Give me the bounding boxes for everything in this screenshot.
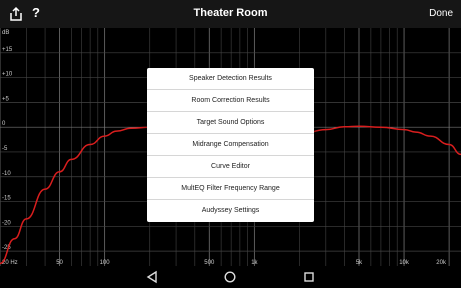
y-tick-label: +5: [2, 96, 10, 102]
y-axis-label: dB: [2, 30, 9, 36]
done-button[interactable]: Done: [429, 8, 453, 19]
y-tick-label: -10: [2, 171, 11, 177]
recents-square-icon[interactable]: [302, 270, 316, 284]
system-nav-bar: [0, 266, 461, 288]
back-triangle-icon[interactable]: [145, 270, 159, 284]
menu-item-target-sound-options[interactable]: Target Sound Options: [147, 112, 314, 134]
menu-item-multeq-filter-frequency-range[interactable]: MultEQ Filter Frequency Range: [147, 178, 314, 200]
menu-item-curve-editor[interactable]: Curve Editor: [147, 156, 314, 178]
y-tick-label: -25: [2, 245, 11, 251]
y-tick-label: +10: [2, 72, 13, 78]
menu-item-audyssey-settings[interactable]: Audyssey Settings: [147, 200, 314, 222]
y-tick-label: +15: [2, 47, 13, 53]
options-menu: Speaker Detection Results Room Correctio…: [147, 68, 314, 222]
y-tick-label: 0: [2, 121, 6, 127]
menu-item-speaker-detection-results[interactable]: Speaker Detection Results: [147, 68, 314, 90]
home-circle-icon[interactable]: [223, 270, 237, 284]
menu-item-room-correction-results[interactable]: Room Correction Results: [147, 90, 314, 112]
y-tick-label: -15: [2, 196, 11, 202]
page-title: Theater Room: [193, 7, 268, 19]
menu-item-midrange-compensation[interactable]: Midrange Compensation: [147, 134, 314, 156]
app-header: ? Theater Room Done: [0, 0, 461, 28]
y-tick-label: -5: [2, 146, 8, 152]
y-tick-label: -20: [2, 220, 11, 226]
